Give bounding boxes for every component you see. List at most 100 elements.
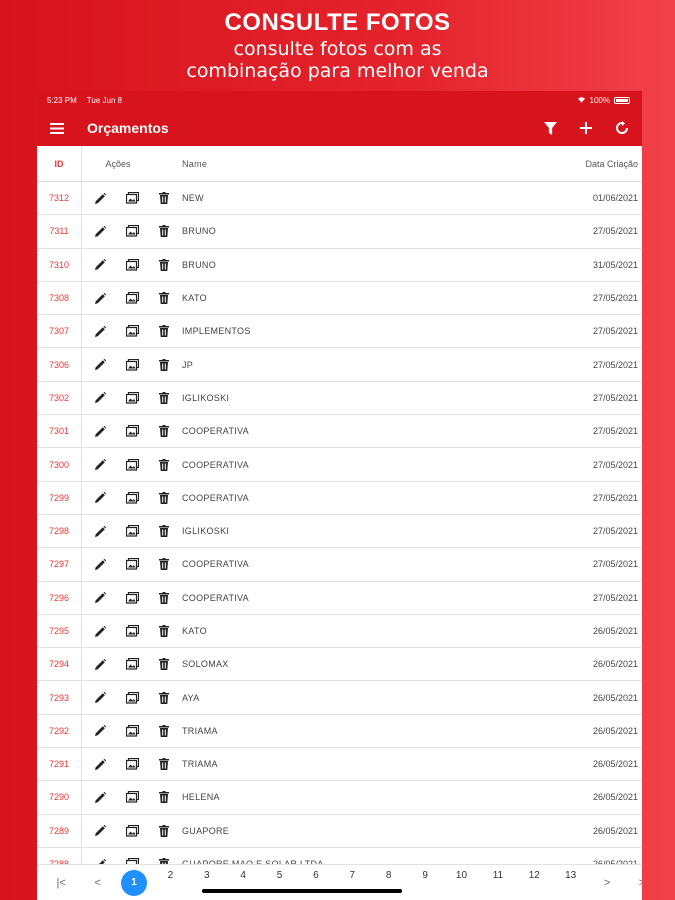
table-row[interactable]: 7312 NEW 01/06/2021 xyxy=(37,182,642,216)
edit-pencil-icon[interactable] xyxy=(93,224,107,238)
edit-pencil-icon[interactable] xyxy=(93,524,107,538)
page-number-13[interactable]: 13 xyxy=(552,870,588,896)
trash-icon[interactable] xyxy=(157,224,171,238)
trash-icon[interactable] xyxy=(157,657,171,671)
trash-icon[interactable] xyxy=(157,258,171,272)
row-id[interactable]: 7307 xyxy=(37,315,82,348)
photo-gallery-icon[interactable] xyxy=(125,724,139,738)
edit-pencil-icon[interactable] xyxy=(93,391,107,405)
edit-pencil-icon[interactable] xyxy=(93,790,107,804)
table-row[interactable]: 7306 JP 27/05/2021 xyxy=(37,348,642,382)
filter-icon[interactable] xyxy=(540,118,560,138)
table-row[interactable]: 7301 COOPERATIVA 27/05/2021 xyxy=(37,415,642,449)
table-row[interactable]: 7292 TRIAMA 26/05/2021 xyxy=(37,714,642,749)
photo-gallery-icon[interactable] xyxy=(125,790,139,804)
row-id[interactable]: 7296 xyxy=(37,581,82,614)
edit-pencil-icon[interactable] xyxy=(93,591,107,605)
page-number-2[interactable]: 2 xyxy=(152,870,188,896)
refresh-icon[interactable] xyxy=(612,118,632,138)
row-id[interactable]: 7291 xyxy=(37,748,82,781)
trash-icon[interactable] xyxy=(157,391,171,405)
row-id[interactable]: 7292 xyxy=(37,714,82,748)
table-row[interactable]: 7294 SOLOMAX 26/05/2021 xyxy=(37,648,642,682)
row-id[interactable]: 7300 xyxy=(37,448,82,481)
row-id[interactable]: 7297 xyxy=(37,548,82,581)
row-id[interactable]: 7310 xyxy=(37,248,82,281)
row-id[interactable]: 7290 xyxy=(37,781,82,814)
row-id[interactable]: 7289 xyxy=(37,814,82,847)
page-number-12[interactable]: 12 xyxy=(516,870,552,896)
photo-gallery-icon[interactable] xyxy=(125,224,139,238)
edit-pencil-icon[interactable] xyxy=(93,624,107,638)
page-number-9[interactable]: 9 xyxy=(407,870,443,896)
edit-pencil-icon[interactable] xyxy=(93,458,107,472)
trash-icon[interactable] xyxy=(157,591,171,605)
table-row[interactable]: 7308 KATO 27/05/2021 xyxy=(37,281,642,316)
photo-gallery-icon[interactable] xyxy=(125,424,139,438)
edit-pencil-icon[interactable] xyxy=(93,724,107,738)
edit-pencil-icon[interactable] xyxy=(93,557,107,571)
photo-gallery-icon[interactable] xyxy=(125,691,139,705)
edit-pencil-icon[interactable] xyxy=(93,291,107,305)
trash-icon[interactable] xyxy=(157,424,171,438)
photo-gallery-icon[interactable] xyxy=(125,624,139,638)
trash-icon[interactable] xyxy=(157,524,171,538)
last-page-button[interactable]: >| xyxy=(625,877,642,889)
edit-pencil-icon[interactable] xyxy=(93,757,107,771)
trash-icon[interactable] xyxy=(157,790,171,804)
table-row[interactable]: 7307 IMPLEMENTOS 27/05/2021 xyxy=(37,315,642,349)
table-row[interactable]: 7289 GUAPORE 26/05/2021 xyxy=(37,814,642,848)
table-row[interactable]: 7302 IGLIKOSKI 27/05/2021 xyxy=(37,381,642,416)
trash-icon[interactable] xyxy=(157,191,171,205)
trash-icon[interactable] xyxy=(157,757,171,771)
table-row[interactable]: 7299 COOPERATIVA 27/05/2021 xyxy=(37,481,642,515)
photo-gallery-icon[interactable] xyxy=(125,757,139,771)
photo-gallery-icon[interactable] xyxy=(125,291,139,305)
row-id[interactable]: 7306 xyxy=(37,348,82,381)
row-id[interactable]: 7311 xyxy=(37,215,82,248)
trash-icon[interactable] xyxy=(157,358,171,372)
table-row[interactable]: 7296 COOPERATIVA 27/05/2021 xyxy=(37,581,642,615)
first-page-button[interactable]: |< xyxy=(43,877,79,889)
row-id[interactable]: 7298 xyxy=(37,514,82,548)
photo-gallery-icon[interactable] xyxy=(125,524,139,538)
photo-gallery-icon[interactable] xyxy=(125,458,139,472)
table-row[interactable]: 7297 COOPERATIVA 27/05/2021 xyxy=(37,548,642,582)
photo-gallery-icon[interactable] xyxy=(125,557,139,571)
page-number-1[interactable]: 1 xyxy=(116,869,152,896)
row-id[interactable]: 7295 xyxy=(37,614,82,648)
table-row[interactable]: 7300 COOPERATIVA 27/05/2021 xyxy=(37,448,642,482)
row-id[interactable]: 7299 xyxy=(37,481,82,514)
edit-pencil-icon[interactable] xyxy=(93,491,107,505)
photo-gallery-icon[interactable] xyxy=(125,391,139,405)
table-row[interactable]: 7310 BRUNO 31/05/2021 xyxy=(37,248,642,282)
trash-icon[interactable] xyxy=(157,491,171,505)
photo-gallery-icon[interactable] xyxy=(125,491,139,505)
trash-icon[interactable] xyxy=(157,624,171,638)
trash-icon[interactable] xyxy=(157,557,171,571)
row-id[interactable]: 7308 xyxy=(37,281,82,315)
row-id[interactable]: 7301 xyxy=(37,415,82,448)
header-date[interactable]: Data Criação xyxy=(582,159,642,169)
add-icon[interactable] xyxy=(576,118,596,138)
edit-pencil-icon[interactable] xyxy=(93,258,107,272)
photo-gallery-icon[interactable] xyxy=(125,191,139,205)
trash-icon[interactable] xyxy=(157,291,171,305)
edit-pencil-icon[interactable] xyxy=(93,358,107,372)
next-page-button[interactable]: > xyxy=(589,877,625,889)
trash-icon[interactable] xyxy=(157,458,171,472)
table-row[interactable]: 7295 KATO 26/05/2021 xyxy=(37,614,642,649)
photo-gallery-icon[interactable] xyxy=(125,358,139,372)
edit-pencil-icon[interactable] xyxy=(93,691,107,705)
row-id[interactable]: 7293 xyxy=(37,681,82,714)
edit-pencil-icon[interactable] xyxy=(93,424,107,438)
trash-icon[interactable] xyxy=(157,324,171,338)
edit-pencil-icon[interactable] xyxy=(93,657,107,671)
trash-icon[interactable] xyxy=(157,691,171,705)
header-id[interactable]: ID xyxy=(37,146,82,181)
row-id[interactable]: 7294 xyxy=(37,648,82,681)
edit-pencil-icon[interactable] xyxy=(93,191,107,205)
menu-icon[interactable] xyxy=(47,118,67,138)
row-id[interactable]: 7302 xyxy=(37,381,82,415)
table-row[interactable]: 7291 TRIAMA 26/05/2021 xyxy=(37,748,642,782)
